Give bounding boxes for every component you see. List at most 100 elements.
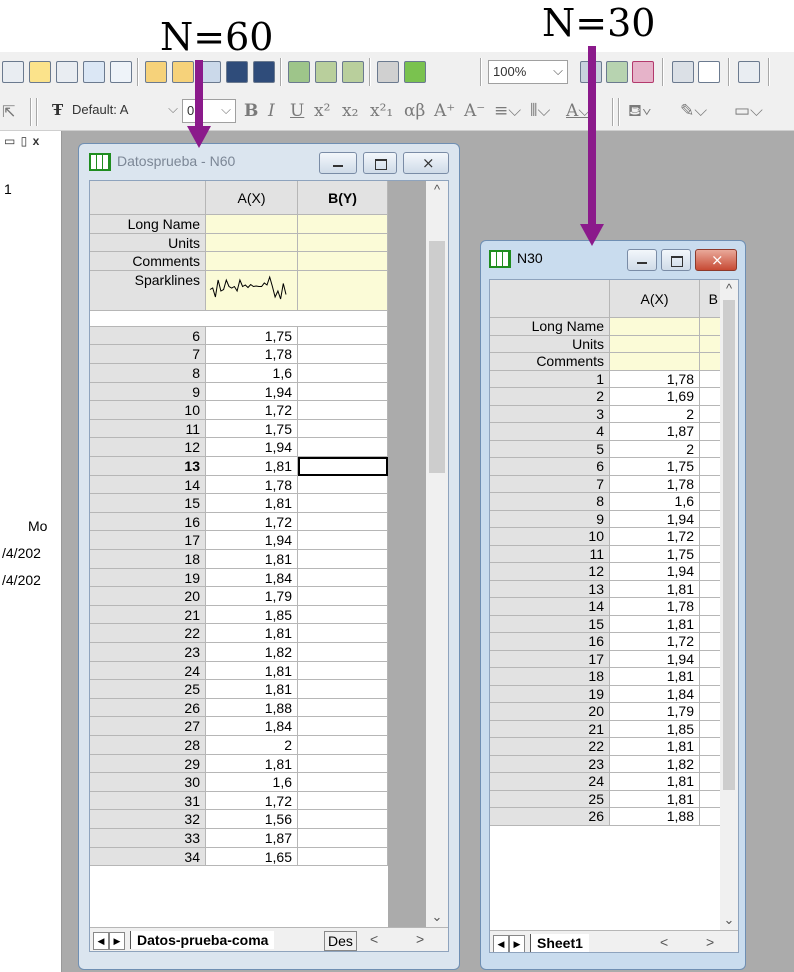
- data-cell-b[interactable]: [700, 650, 722, 668]
- panel-item[interactable]: 1: [4, 181, 12, 197]
- data-cell-a[interactable]: 1,79: [206, 587, 298, 606]
- data-cell-a[interactable]: 1,72: [206, 401, 298, 420]
- data-cell-a[interactable]: 1,56: [206, 810, 298, 829]
- data-cell-a[interactable]: 1,81: [610, 580, 700, 598]
- subscript-icon[interactable]: x₂: [342, 101, 358, 121]
- data-cell-b[interactable]: [700, 598, 722, 616]
- row-header[interactable]: 12: [490, 563, 610, 581]
- data-cell-a[interactable]: 1,88: [610, 808, 700, 826]
- decrease-font-icon[interactable]: A⁻: [464, 101, 485, 121]
- data-cell-b[interactable]: [700, 615, 722, 633]
- data-cell-b[interactable]: [700, 370, 722, 388]
- row-header[interactable]: 5: [490, 440, 610, 458]
- data-cell-a[interactable]: 1,81: [610, 668, 700, 686]
- data-cell-a[interactable]: 1,78: [610, 370, 700, 388]
- data-cell-a[interactable]: 1,81: [610, 773, 700, 791]
- data-cell-b[interactable]: [298, 810, 388, 829]
- data-cell-a[interactable]: 1,81: [206, 680, 298, 699]
- increase-font-icon[interactable]: A⁺: [434, 101, 455, 121]
- row-header[interactable]: 34: [90, 847, 206, 867]
- data-cell-b[interactable]: [298, 754, 388, 774]
- data-cell-b[interactable]: [298, 829, 388, 848]
- row-header[interactable]: 25: [490, 790, 610, 808]
- row-header[interactable]: 4: [490, 423, 610, 441]
- greek-icon[interactable]: αβ: [404, 101, 425, 121]
- data-cell-a[interactable]: 1,78: [610, 475, 700, 493]
- label-cell-a[interactable]: [610, 318, 700, 336]
- data-cell-a[interactable]: 1,84: [206, 568, 298, 588]
- duplicate-icon[interactable]: [377, 61, 399, 83]
- italic-icon[interactable]: I: [268, 101, 275, 121]
- data-cell-a[interactable]: 1,85: [206, 605, 298, 625]
- data-cell-b[interactable]: [700, 493, 722, 511]
- row-header[interactable]: 6: [90, 326, 206, 346]
- scrollbar-thumb[interactable]: [723, 300, 735, 790]
- close-button[interactable]: ⨯: [403, 152, 449, 174]
- panel-mini-buttons[interactable]: ▭ ▯ x: [4, 134, 40, 148]
- data-cell-a[interactable]: 1,69: [610, 388, 700, 406]
- corner-cell[interactable]: [90, 181, 206, 215]
- data-cell-a[interactable]: 1,75: [610, 545, 700, 563]
- data-cell-b[interactable]: [298, 624, 388, 643]
- data-cell-a[interactable]: 1,82: [610, 755, 700, 773]
- vertical-scrollbar[interactable]: ^ ⌄: [720, 280, 738, 930]
- pointer-icon[interactable]: ⇱: [2, 102, 15, 122]
- label-cell-a[interactable]: [610, 353, 700, 371]
- row-header[interactable]: 20: [490, 703, 610, 721]
- row-header[interactable]: 17: [90, 531, 206, 550]
- row-header[interactable]: 7: [90, 345, 206, 364]
- data-cell-b[interactable]: [298, 717, 388, 736]
- font-size-select[interactable]: 0 ⌵: [182, 99, 236, 123]
- data-cell-a[interactable]: 1,72: [610, 633, 700, 651]
- data-cell-b[interactable]: [298, 457, 388, 476]
- label-cell-b[interactable]: [298, 215, 388, 234]
- chevron-up-icon[interactable]: ^: [426, 183, 448, 197]
- row-header[interactable]: 20: [90, 587, 206, 606]
- label-cell-a[interactable]: [206, 215, 298, 234]
- data-cell-b[interactable]: [298, 680, 388, 699]
- data-cell-b[interactable]: [700, 668, 722, 686]
- align-icon[interactable]: ≡⌵: [494, 101, 521, 121]
- tab-scroll-right-button[interactable]: ▶: [109, 932, 125, 950]
- row-header[interactable]: 17: [490, 650, 610, 668]
- row-header[interactable]: 19: [90, 568, 206, 588]
- chevron-up-icon[interactable]: ^: [720, 282, 738, 296]
- graph-icon[interactable]: [606, 61, 628, 83]
- data-cell-b[interactable]: [298, 773, 388, 792]
- row-header[interactable]: 26: [490, 808, 610, 826]
- data-cell-a[interactable]: 1,75: [206, 419, 298, 439]
- row-header[interactable]: 13: [490, 580, 610, 598]
- row-header[interactable]: 24: [490, 773, 610, 791]
- zoom-select[interactable]: 100% ⌵: [488, 60, 568, 84]
- data-cell-b[interactable]: [700, 773, 722, 791]
- data-cell-a[interactable]: 1,85: [610, 720, 700, 738]
- row-header[interactable]: 19: [490, 685, 610, 703]
- data-cell-b[interactable]: [298, 736, 388, 755]
- supsubscript-icon[interactable]: x²₁: [370, 101, 393, 121]
- data-cell-a[interactable]: 1,81: [610, 738, 700, 756]
- data-cell-b[interactable]: [700, 510, 722, 528]
- data-cell-a[interactable]: 1,94: [206, 531, 298, 550]
- label-cell-a[interactable]: [206, 270, 298, 311]
- tab-scroll-right-button[interactable]: ▶: [509, 935, 525, 952]
- row-header[interactable]: 28: [90, 736, 206, 755]
- open-template-icon[interactable]: [172, 61, 194, 83]
- data-cell-a[interactable]: 1,94: [206, 438, 298, 457]
- workbook-icon[interactable]: [2, 61, 24, 83]
- tab-scroll-left-button[interactable]: ◀: [93, 932, 109, 950]
- data-cell-a[interactable]: 1,6: [206, 773, 298, 792]
- data-cell-a[interactable]: 1,6: [206, 364, 298, 383]
- data-cell-b[interactable]: [298, 382, 388, 402]
- row-header[interactable]: 29: [90, 754, 206, 774]
- window-titlebar[interactable]: N30 ⨯: [481, 241, 745, 277]
- row-header[interactable]: 18: [490, 668, 610, 686]
- data-cell-b[interactable]: [298, 475, 388, 495]
- row-header[interactable]: 23: [90, 643, 206, 662]
- row-header[interactable]: 13: [90, 457, 206, 476]
- save-icon[interactable]: [226, 61, 248, 83]
- data-cell-b[interactable]: [700, 440, 722, 458]
- row-header[interactable]: 16: [490, 633, 610, 651]
- data-cell-b[interactable]: [298, 326, 388, 346]
- data-cell-a[interactable]: 1,81: [610, 790, 700, 808]
- data-cell-a[interactable]: 1,87: [206, 829, 298, 848]
